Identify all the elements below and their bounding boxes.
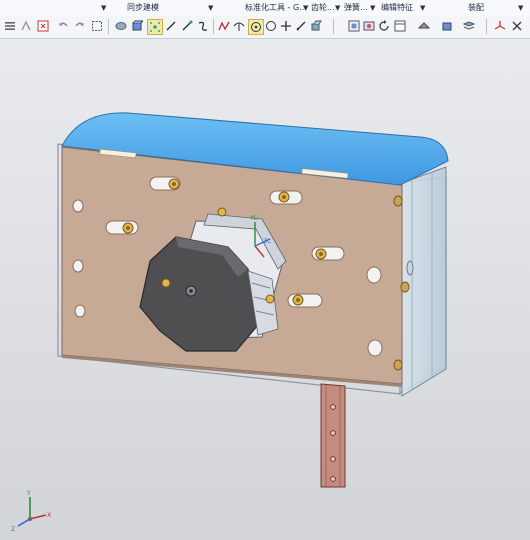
chevron-down-icon[interactable]: ▼ <box>518 3 523 13</box>
view-triad[interactable]: Y X Z <box>11 490 51 533</box>
display-mode-icon[interactable] <box>393 19 407 33</box>
bolt-slot[interactable] <box>105 220 139 235</box>
chevron-down-icon[interactable]: ▼ <box>208 3 213 13</box>
chevron-down-icon[interactable]: ▼ <box>101 3 106 13</box>
toolbar-separator <box>108 19 109 34</box>
edge-snap-icon[interactable] <box>180 19 194 33</box>
ribbon-group-edit-feature[interactable]: 编辑特征 <box>381 2 413 14</box>
menu-icon[interactable] <box>3 19 17 33</box>
view-triad-icon[interactable] <box>493 19 507 33</box>
redo-icon[interactable] <box>73 19 87 33</box>
model-view[interactable]: YC ZC Y X Z <box>0 39 530 540</box>
triad-label-x: X <box>47 512 51 519</box>
intersection-icon[interactable] <box>217 19 231 33</box>
orient-icon[interactable] <box>309 19 323 33</box>
chevron-down-icon[interactable]: ▼ <box>335 3 340 13</box>
ribbon-group-standard-tools[interactable]: 标准化工具 - G... <box>245 2 307 14</box>
triad-label-z: Z <box>11 526 15 533</box>
cross-snap-icon[interactable] <box>279 19 293 33</box>
undo-icon[interactable] <box>56 19 70 33</box>
chevron-down-icon[interactable]: ▼ <box>303 3 308 13</box>
linear-rail[interactable] <box>320 383 346 488</box>
ribbon-group-sync-modeling[interactable]: 同步建模 <box>127 2 159 14</box>
curve-snap-icon[interactable] <box>196 19 210 33</box>
axis-label: YC <box>249 215 258 222</box>
analysis-icon[interactable] <box>510 19 524 33</box>
graphics-window[interactable]: YC ZC Y X Z <box>0 39 530 540</box>
box-select-icon[interactable] <box>90 19 104 33</box>
fit-view-icon[interactable] <box>347 19 361 33</box>
bolt-slot[interactable] <box>269 190 303 205</box>
circle-snap-icon[interactable] <box>264 19 278 33</box>
ribbon-group-gear[interactable]: 齿轮... <box>311 2 335 14</box>
shaded-view-icon[interactable] <box>114 19 128 33</box>
ribbon-group-spring[interactable]: 弹簧... <box>344 2 368 14</box>
triad-label-y: Y <box>26 490 31 497</box>
chevron-down-icon[interactable]: ▼ <box>370 3 375 13</box>
toolbar-separator <box>333 19 334 34</box>
point-snap-icon[interactable] <box>147 19 163 35</box>
axis-label: ZC <box>263 238 271 245</box>
bolt-slot[interactable] <box>311 246 345 261</box>
material-icon[interactable] <box>440 19 454 33</box>
tangent-snap-icon[interactable] <box>232 19 246 33</box>
render-icon[interactable] <box>362 19 376 33</box>
ribbon-group-bar: ▼ 同步建模 ▼ 标准化工具 - G... ▼ 齿轮... ▼ 弹簧... ▼ … <box>0 0 530 17</box>
ribbon-group-assembly[interactable]: 装配 <box>468 2 484 14</box>
chevron-down-icon[interactable]: ▼ <box>420 3 425 13</box>
section-icon[interactable] <box>417 19 431 33</box>
bolt-slot[interactable] <box>149 176 181 191</box>
layer-icon[interactable] <box>462 19 476 33</box>
solid-view-icon[interactable] <box>130 19 144 33</box>
toolbar-separator <box>213 19 214 34</box>
bolt-slot[interactable] <box>287 293 323 308</box>
center-snap-icon[interactable] <box>248 19 264 35</box>
side-panel[interactable] <box>401 166 447 397</box>
line-snap-icon[interactable] <box>164 19 178 33</box>
selection-toolbar <box>0 16 530 39</box>
measure-icon[interactable] <box>294 19 308 33</box>
snap-icon[interactable] <box>19 19 33 33</box>
select-filter-icon[interactable] <box>36 19 50 33</box>
rotate-icon[interactable] <box>377 19 391 33</box>
toolbar-separator <box>486 19 487 34</box>
